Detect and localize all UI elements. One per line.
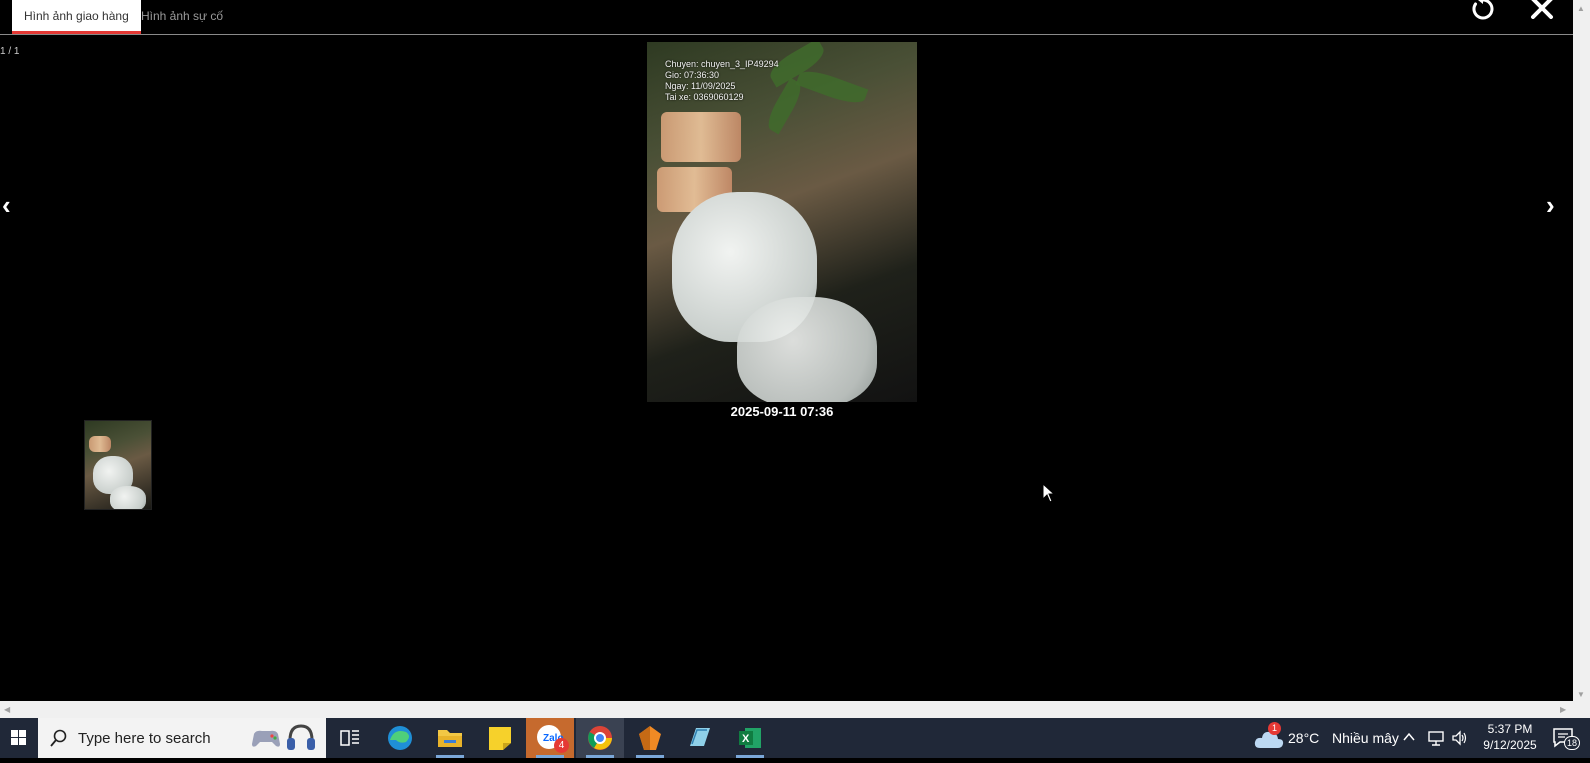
tab-delivery-images[interactable]: Hình ảnh giao hàng — [12, 0, 141, 34]
tab-bar: Hình ảnh giao hàng Hình ảnh sự cố — [0, 0, 1573, 35]
gamepad-icon — [252, 730, 280, 747]
chrome-button[interactable] — [576, 718, 624, 758]
scroll-down-icon[interactable]: ▼ — [1577, 690, 1585, 699]
taskbar-search-box[interactable]: Type here to search — [38, 718, 326, 758]
photo-overlay-text: Chuyen: chuyen_3_IP49294 Gio: 07:36:30 N… — [665, 59, 779, 103]
svg-text:X: X — [742, 733, 750, 745]
edge-button[interactable] — [376, 718, 424, 758]
scroll-left-icon[interactable]: ◀ — [4, 705, 10, 714]
zalo-button[interactable]: Zalo 4 — [526, 718, 574, 758]
photo-caption: 2025-09-11 07:36 — [730, 404, 834, 419]
image-viewer: Hình ảnh giao hàng Hình ảnh sự cố 1 / 1 … — [0, 0, 1573, 701]
sticky-notes-button[interactable] — [476, 718, 524, 758]
zalo-notification-badge: 4 — [554, 738, 569, 753]
clock-time: 5:37 PM — [1487, 722, 1533, 736]
rotate-icon[interactable] — [1470, 0, 1496, 27]
headset-icon — [287, 724, 315, 750]
weather-alert-badge: 1 — [1268, 722, 1281, 735]
app-orange-icon — [639, 726, 661, 750]
overlay-line-driver: Tai xe: 0369060129 — [665, 92, 744, 102]
overlay-line-date: Ngay: 11/09/2025 — [665, 81, 736, 91]
network-icon[interactable] — [1427, 729, 1445, 752]
edge-icon — [388, 726, 412, 750]
next-arrow-button[interactable]: › — [1546, 190, 1555, 220]
file-explorer-icon — [438, 730, 462, 747]
scroll-up-icon[interactable]: ▲ — [1577, 4, 1585, 13]
horizontal-scrollbar[interactable]: ◀ ▶ — [0, 701, 1573, 718]
prev-arrow-button[interactable]: ‹ — [2, 190, 11, 220]
tab-incident-images[interactable]: Hình ảnh sự cố — [129, 0, 235, 34]
scroll-right-icon[interactable]: ▶ — [1560, 705, 1566, 714]
overlay-line-time: Gio: 07:36:30 — [665, 70, 720, 80]
excel-button[interactable]: X — [726, 718, 774, 758]
image-counter: 1 / 1 — [0, 46, 20, 57]
notification-count-badge: 18 — [1564, 736, 1580, 750]
orange-app-button[interactable] — [626, 718, 674, 758]
notification-center-button[interactable]: 18 — [1552, 726, 1582, 752]
start-button[interactable] — [0, 718, 38, 758]
task-view-icon — [340, 730, 359, 746]
file-explorer-button[interactable] — [426, 718, 474, 758]
sticky-notes-icon — [489, 727, 511, 750]
task-view-button[interactable] — [326, 718, 374, 758]
vertical-scrollbar[interactable]: ▲ ▼ — [1573, 0, 1590, 718]
chrome-icon — [588, 726, 612, 750]
weather-temperature: 28°C — [1288, 730, 1320, 746]
weather-description: Nhiều mây — [1332, 730, 1399, 746]
thumbnail-image[interactable] — [84, 420, 152, 510]
search-placeholder: Type here to search — [78, 730, 211, 747]
system-clock[interactable]: 5:37 PM 9/12/2025 — [1470, 721, 1550, 753]
blue-app-button[interactable] — [676, 718, 724, 758]
main-delivery-photo: Chuyen: chuyen_3_IP49294 Gio: 07:36:30 N… — [647, 42, 917, 402]
volume-icon[interactable] — [1451, 729, 1469, 752]
clock-date: 9/12/2025 — [1483, 738, 1537, 752]
app-blue-icon — [690, 728, 710, 746]
zalo-icon: Zalo — [537, 725, 564, 749]
close-icon[interactable] — [1530, 0, 1554, 24]
overlay-line-trip: Chuyen: chuyen_3_IP49294 — [665, 59, 779, 69]
excel-icon: X — [739, 728, 761, 748]
tray-overflow-icon[interactable] — [1402, 730, 1416, 749]
windows-logo-icon — [11, 730, 26, 745]
search-icon — [50, 729, 67, 747]
windows-taskbar: Type here to search Zalo 4 X 1 28°C Nhiề… — [0, 718, 1590, 758]
